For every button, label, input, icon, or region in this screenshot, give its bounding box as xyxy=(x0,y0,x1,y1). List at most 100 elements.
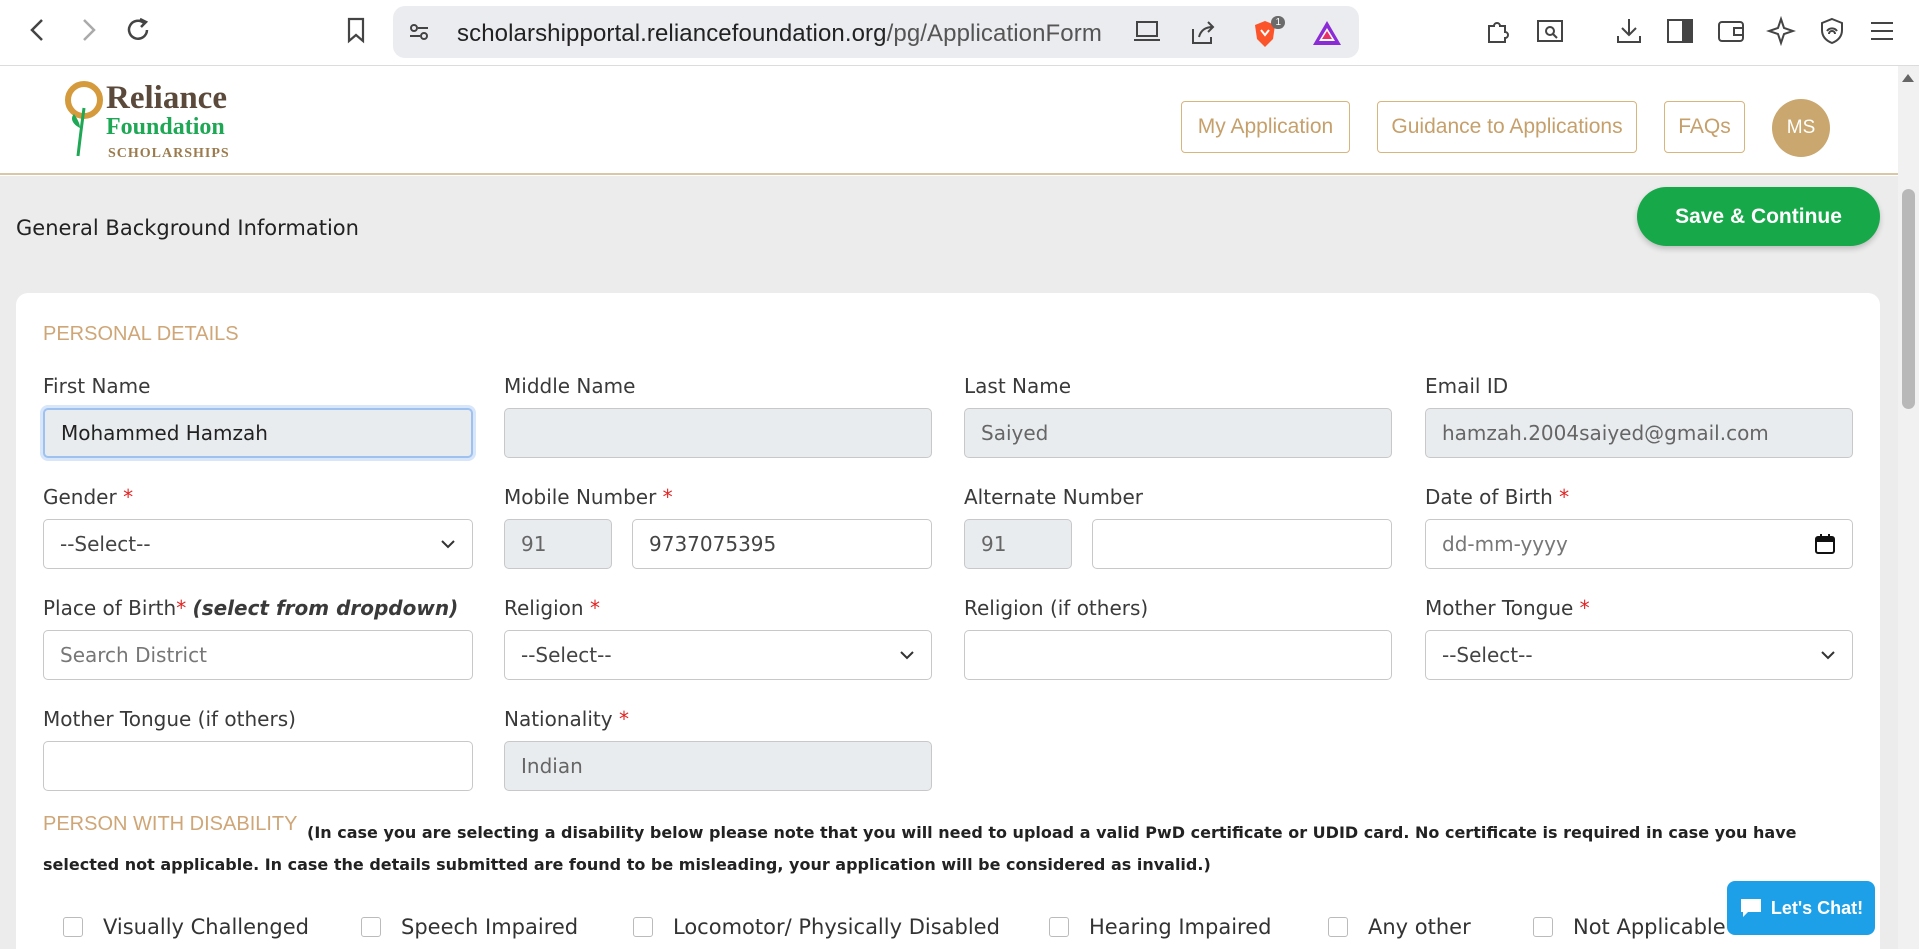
last-name-field[interactable]: Saiyed xyxy=(964,408,1392,458)
chevron-down-icon xyxy=(1821,651,1835,660)
chevron-down-icon xyxy=(900,651,914,660)
middle-name-label: Middle Name xyxy=(504,374,636,398)
my-application-button[interactable]: My Application xyxy=(1181,101,1350,153)
checkbox-label: Any other xyxy=(1368,915,1471,939)
site-settings-icon[interactable] xyxy=(407,20,431,49)
nationality-field[interactable]: Indian xyxy=(504,741,932,791)
site-header: Reliance Foundation SCHOLARSHIPS My Appl… xyxy=(0,66,1898,175)
checkbox-visually-challenged[interactable]: Visually Challenged xyxy=(63,915,309,939)
reliance-foundation-logo[interactable]: Reliance Foundation SCHOLARSHIPS xyxy=(64,78,244,168)
faqs-button[interactable]: FAQs xyxy=(1664,101,1745,153)
checkbox[interactable] xyxy=(63,917,83,937)
gender-select[interactable]: --Select-- xyxy=(43,519,473,569)
guidance-button[interactable]: Guidance to Applications xyxy=(1377,101,1637,153)
browser-toolbar: scholarshipportal.reliancefoundation.org… xyxy=(0,0,1919,66)
logo-line1: Reliance xyxy=(106,80,227,116)
religion-other-label: Religion (if others) xyxy=(964,596,1149,620)
checkbox[interactable] xyxy=(361,917,381,937)
scrollbar-thumb[interactable] xyxy=(1902,189,1915,409)
dob-field[interactable]: dd-mm-yyyy xyxy=(1425,519,1853,569)
menu-icon[interactable] xyxy=(1865,14,1899,48)
required-mark: * xyxy=(618,707,629,731)
checkbox-any-other[interactable]: Any other xyxy=(1328,915,1471,939)
checkbox-label: Locomotor/ Physically Disabled xyxy=(673,915,1000,939)
checkbox-not-applicable[interactable]: Not Applicable xyxy=(1533,915,1726,939)
extensions-icon[interactable] xyxy=(1481,14,1515,48)
dob-placeholder: dd-mm-yyyy xyxy=(1442,532,1568,556)
religion-value: --Select-- xyxy=(521,643,612,667)
required-mark: * xyxy=(662,485,673,509)
checkbox-label: Hearing Impaired xyxy=(1089,915,1272,939)
mobile-label-text: Mobile Number xyxy=(504,485,657,509)
sidebar-icon[interactable] xyxy=(1663,14,1697,48)
required-mark: * xyxy=(123,485,134,509)
dob-label-text: Date of Birth xyxy=(1425,485,1553,509)
url-host: scholarshipportal.reliancefoundation.org xyxy=(457,20,887,47)
mobile-number-field[interactable]: 9737075395 xyxy=(632,519,932,569)
cast-icon[interactable] xyxy=(1133,19,1163,50)
brave-shields-icon[interactable]: 1 xyxy=(1251,16,1285,54)
mobile-country-code[interactable]: 91 xyxy=(504,519,612,569)
mother-tongue-other-field[interactable] xyxy=(43,741,473,791)
email-field[interactable]: hamzah.2004saiyed@gmail.com xyxy=(1425,408,1853,458)
checkbox[interactable] xyxy=(1328,917,1348,937)
share-icon[interactable] xyxy=(1189,19,1217,52)
back-icon[interactable] xyxy=(22,14,54,46)
calendar-icon[interactable] xyxy=(1814,533,1836,555)
mt-label-text: Mother Tongue xyxy=(1425,596,1574,620)
first-name-field[interactable]: Mohammed Hamzah xyxy=(43,408,473,458)
gender-value: --Select-- xyxy=(60,532,151,556)
religion-label: Religion * xyxy=(504,596,600,620)
chat-bubble-icon xyxy=(1740,899,1761,917)
address-bar[interactable]: scholarshipportal.reliancefoundation.org… xyxy=(393,6,1359,58)
last-name-label: Last Name xyxy=(964,374,1072,398)
checkbox-label: Visually Challenged xyxy=(103,915,309,939)
mother-tongue-other-label: Mother Tongue (if others) xyxy=(43,707,296,731)
scroll-up-icon[interactable] xyxy=(1902,74,1914,82)
page-body: General Background Information Save & Co… xyxy=(0,176,1898,949)
leo-ai-icon[interactable] xyxy=(1764,14,1798,48)
religion-other-field[interactable] xyxy=(964,630,1392,680)
checkbox[interactable] xyxy=(1533,917,1553,937)
mobile-label: Mobile Number * xyxy=(504,485,673,509)
alternate-label: Alternate Number xyxy=(964,485,1144,509)
disability-note: (In case you are selecting a disability … xyxy=(43,823,1797,874)
reload-icon[interactable] xyxy=(122,14,154,46)
forward-icon[interactable] xyxy=(72,14,104,46)
page-scrollbar[interactable] xyxy=(1898,66,1919,949)
shields-badge: 1 xyxy=(1271,16,1285,29)
chevron-down-icon xyxy=(441,540,455,549)
alternate-number-field[interactable] xyxy=(1092,519,1392,569)
mother-tongue-label: Mother Tongue * xyxy=(1425,596,1590,620)
pob-hint: (select from dropdown) xyxy=(192,596,459,620)
save-continue-button[interactable]: Save & Continue xyxy=(1637,187,1880,246)
mother-tongue-select[interactable]: --Select-- xyxy=(1425,630,1853,680)
wallet-icon[interactable] xyxy=(1714,14,1748,48)
checkbox[interactable] xyxy=(633,917,653,937)
checkbox-speech-impaired[interactable]: Speech Impaired xyxy=(361,915,578,939)
checkbox-label: Speech Impaired xyxy=(401,915,579,939)
place-of-birth-input[interactable]: Search District xyxy=(43,630,473,680)
nationality-label: Nationality * xyxy=(504,707,629,731)
checkbox-hearing-impaired[interactable]: Hearing Impaired xyxy=(1049,915,1271,939)
bookmark-icon[interactable] xyxy=(340,14,372,46)
middle-name-field[interactable] xyxy=(504,408,932,458)
dob-label: Date of Birth * xyxy=(1425,485,1569,509)
vpn-icon[interactable] xyxy=(1815,14,1849,48)
lets-chat-button[interactable]: Let's Chat! xyxy=(1727,881,1875,935)
personal-details-heading: PERSONAL DETAILS xyxy=(43,323,239,345)
nationality-label-text: Nationality xyxy=(504,707,613,731)
pob-label-text: Place of Birth xyxy=(43,596,177,620)
download-icon[interactable] xyxy=(1612,14,1646,48)
checkbox-locomotor[interactable]: Locomotor/ Physically Disabled xyxy=(633,915,1000,939)
brave-rewards-icon[interactable] xyxy=(1311,19,1343,52)
gender-label: Gender * xyxy=(43,485,133,509)
reader-icon[interactable] xyxy=(1533,14,1567,48)
alternate-country-code[interactable]: 91 xyxy=(964,519,1072,569)
avatar[interactable]: MS xyxy=(1772,99,1830,157)
religion-select[interactable]: --Select-- xyxy=(504,630,932,680)
required-mark: * xyxy=(1579,596,1590,620)
checkbox[interactable] xyxy=(1049,917,1069,937)
checkbox-label: Not Applicable xyxy=(1573,915,1726,939)
logo-line2: Foundation xyxy=(106,114,225,140)
